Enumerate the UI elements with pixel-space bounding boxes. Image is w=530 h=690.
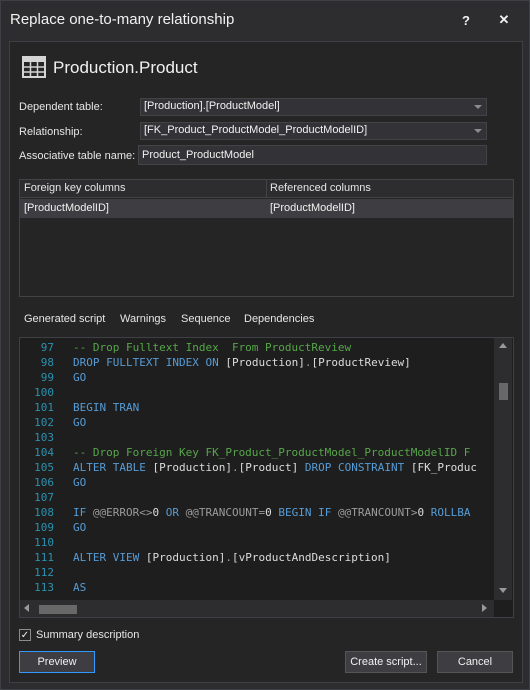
scroll-thumb[interactable] — [39, 605, 77, 614]
title-bar: Replace one-to-many relationship ? ✕ — [1, 1, 529, 39]
code-text: AS — [73, 581, 87, 594]
line-number: 107 — [34, 491, 54, 504]
line-number: 99 — [40, 371, 54, 384]
relationship-value: [FK_Product_ProductModel_ProductModelID] — [144, 124, 368, 136]
line-number: 113 — [34, 581, 54, 594]
code-text: BEGIN TRAN — [73, 401, 140, 414]
relationship-label: Relationship: — [19, 126, 83, 138]
scroll-thumb[interactable] — [499, 383, 508, 400]
code-text: GO — [73, 416, 87, 429]
code-text: IF @@ERROR<>0 OR @@TRANCOUNT=0 BEGIN IF … — [73, 506, 471, 519]
dependent-table-combo[interactable]: [Production].[ProductModel] — [140, 98, 487, 116]
dependent-table-value: [Production].[ProductModel] — [144, 100, 280, 112]
tab-warnings[interactable]: Warnings — [120, 313, 166, 325]
table-icon — [22, 56, 46, 78]
tab-sequence[interactable]: Sequence — [181, 313, 231, 325]
grid-header-foreign-key[interactable]: Foreign key columns — [24, 182, 126, 194]
code-text: GO — [73, 371, 87, 384]
line-number: 110 — [34, 536, 54, 549]
line-number: 108 — [34, 506, 54, 519]
grid-cell[interactable]: [ProductModelID] — [270, 202, 355, 214]
replace-relationship-dialog: Replace one-to-many relationship ? ✕ Pro… — [0, 0, 530, 690]
code-text: DROP FULLTEXT INDEX ON [Production].[Pro… — [73, 356, 411, 369]
dependent-table-label: Dependent table: — [19, 101, 103, 113]
window-title: Replace one-to-many relationship — [10, 11, 235, 28]
dialog-content: Production.Product Dependent table: [Pro… — [9, 41, 523, 683]
scroll-left-icon[interactable] — [24, 604, 29, 612]
vertical-scrollbar[interactable] — [494, 338, 512, 600]
tab-dependencies[interactable]: Dependencies — [244, 313, 314, 325]
line-number: 112 — [34, 566, 54, 579]
scroll-up-icon[interactable] — [499, 343, 507, 348]
code-text: -- Drop Foreign Key FK_Product_ProductMo… — [73, 446, 471, 459]
horizontal-scrollbar[interactable] — [20, 600, 494, 617]
line-number: 111 — [34, 551, 54, 564]
code-text: ALTER TABLE [Production].[Product] DROP … — [73, 461, 478, 474]
line-number: 104 — [34, 446, 54, 459]
table-name-heading: Production.Product — [53, 58, 198, 77]
line-number: 105 — [34, 461, 54, 474]
columns-grid: Foreign key columns Referenced columns [… — [19, 179, 514, 297]
code-text: ALTER VIEW [Production].[vProductAndDesc… — [73, 551, 391, 564]
script-editor[interactable]: 97 -- Drop Fulltext Index From ProductRev… — [19, 337, 514, 618]
cancel-button[interactable]: Cancel — [437, 651, 513, 673]
code-text: -- Drop Fulltext Index From ProductRevie… — [73, 341, 352, 354]
code-text: GO — [73, 476, 87, 489]
table-row[interactable]: [ProductModelID] [ProductModelID] — [20, 199, 513, 218]
line-number: 102 — [34, 416, 54, 429]
line-number: 98 — [40, 356, 54, 369]
line-number: 100 — [34, 386, 54, 399]
summary-description-checkbox[interactable]: ✓ — [19, 629, 31, 641]
scroll-right-icon[interactable] — [482, 604, 487, 612]
tab-generated-script[interactable]: Generated script — [24, 313, 105, 325]
close-button[interactable]: ✕ — [492, 9, 516, 31]
associative-table-label: Associative table name: — [19, 150, 136, 162]
line-number: 97 — [40, 341, 54, 354]
preview-button[interactable]: Preview — [19, 651, 95, 673]
associative-table-input[interactable]: Product_ProductModel — [138, 145, 487, 165]
scroll-down-icon[interactable] — [499, 588, 507, 593]
summary-description-label[interactable]: Summary description — [36, 629, 139, 641]
code-text: GO — [73, 521, 87, 534]
column-divider[interactable] — [266, 180, 267, 198]
line-number: 106 — [34, 476, 54, 489]
line-number: 109 — [34, 521, 54, 534]
chevron-down-icon — [474, 129, 482, 133]
check-icon: ✓ — [20, 629, 30, 641]
line-number: 101 — [34, 401, 54, 414]
grid-header-referenced[interactable]: Referenced columns — [270, 182, 371, 194]
grid-header: Foreign key columns Referenced columns — [20, 180, 513, 198]
create-script-button[interactable]: Create script... — [345, 651, 427, 673]
grid-cell[interactable]: [ProductModelID] — [24, 202, 109, 214]
relationship-combo[interactable]: [FK_Product_ProductModel_ProductModelID] — [140, 122, 487, 140]
chevron-down-icon — [474, 105, 482, 109]
line-number: 103 — [34, 431, 54, 444]
help-button[interactable]: ? — [454, 9, 478, 31]
